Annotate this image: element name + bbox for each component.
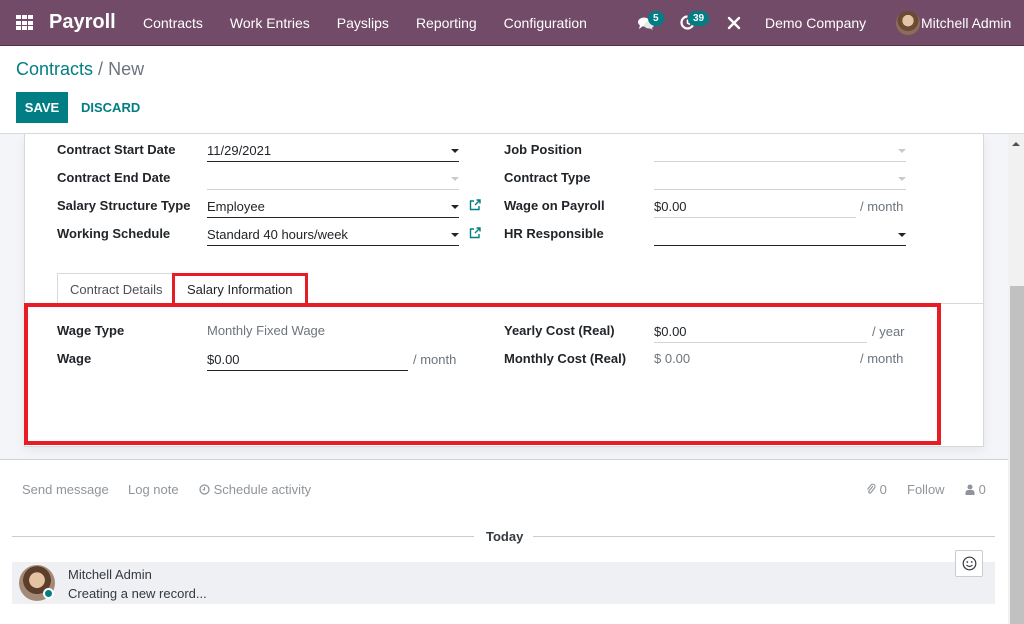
breadcrumb-current: New — [108, 59, 145, 79]
wage-on-payroll-field[interactable]: $0.00 — [654, 196, 856, 218]
hr-responsible-field[interactable] — [654, 224, 906, 246]
dropdown-caret-icon — [451, 233, 459, 237]
scroll-up-arrow-icon[interactable] — [1012, 142, 1020, 146]
menu-payslips[interactable]: Payslips — [337, 15, 389, 31]
date-separator-line — [533, 536, 995, 537]
online-status-icon — [43, 588, 54, 599]
user-icon — [965, 484, 975, 495]
menu-configuration[interactable]: Configuration — [504, 15, 587, 31]
breadcrumb-separator: / — [98, 59, 104, 79]
contract-start-date-field[interactable]: 11/29/2021 — [207, 140, 459, 162]
contract-type-label: Contract Type — [504, 170, 591, 185]
hr-responsible-label: HR Responsible — [504, 226, 604, 241]
tab-contract-details[interactable]: Contract Details — [57, 273, 176, 304]
tools-icon — [727, 16, 741, 30]
external-link-icon[interactable] — [469, 227, 481, 239]
contract-end-date-field[interactable] — [207, 168, 459, 190]
contract-end-date-label: Contract End Date — [57, 170, 171, 185]
top-navbar: Payroll Contracts Work Entries Payslips … — [0, 0, 1024, 46]
clock-icon — [199, 484, 210, 495]
attachments-count: 0 — [879, 482, 887, 497]
message-body: Creating a new record... — [68, 586, 207, 601]
highlight-annotation — [24, 303, 941, 445]
dropdown-caret-icon — [898, 149, 906, 153]
follow-button[interactable]: Follow — [907, 482, 945, 497]
debug-tools-button[interactable] — [727, 16, 741, 33]
scrollbar-thumb[interactable] — [1010, 286, 1024, 624]
paperclip-icon — [867, 483, 876, 494]
contract-type-field[interactable] — [654, 168, 906, 190]
date-separator-label: Today — [486, 529, 524, 544]
attachments-button[interactable]: 0 — [866, 482, 887, 497]
tab-salary-information[interactable]: Salary Information — [172, 273, 308, 304]
send-message-button[interactable]: Send message — [22, 482, 109, 497]
apps-menu-icon[interactable] — [16, 15, 33, 31]
user-avatar[interactable] — [896, 11, 920, 35]
user-menu[interactable]: Mitchell Admin — [921, 15, 1011, 31]
smiley-icon — [962, 556, 976, 571]
log-note-button[interactable]: Log note — [128, 482, 179, 497]
main-menu: Contracts Work Entries Payslips Reportin… — [143, 0, 614, 46]
job-position-field[interactable] — [654, 140, 906, 162]
external-link-icon[interactable] — [469, 199, 481, 211]
followers-button[interactable]: 0 — [965, 482, 986, 497]
dropdown-caret-icon — [451, 177, 459, 181]
activities-badge: 39 — [688, 11, 710, 26]
contract-start-date-label: Contract Start Date — [57, 142, 176, 157]
salary-structure-type-value: Employee — [207, 199, 265, 214]
message-author[interactable]: Mitchell Admin — [68, 567, 152, 582]
dropdown-caret-icon — [451, 205, 459, 209]
dropdown-caret-icon — [898, 233, 906, 237]
working-schedule-label: Working Schedule — [57, 226, 171, 241]
add-reaction-button[interactable] — [955, 550, 983, 577]
breadcrumb: Contracts / New — [16, 59, 144, 80]
schedule-activity-label: Schedule activity — [213, 482, 312, 497]
wage-on-payroll-label: Wage on Payroll — [504, 198, 605, 213]
company-switcher[interactable]: Demo Company — [765, 15, 866, 31]
wage-on-payroll-value: $0.00 — [654, 199, 687, 214]
dropdown-caret-icon — [451, 149, 459, 153]
followers-count: 0 — [978, 482, 986, 497]
contract-start-date-value: 11/29/2021 — [207, 143, 272, 158]
app-name[interactable]: Payroll — [49, 11, 116, 34]
breadcrumb-contracts[interactable]: Contracts — [16, 59, 93, 79]
messages-badge: 5 — [648, 11, 664, 26]
date-separator-line — [12, 536, 474, 537]
save-button[interactable]: SAVE — [16, 92, 68, 123]
menu-work-entries[interactable]: Work Entries — [230, 15, 310, 31]
dropdown-caret-icon — [898, 177, 906, 181]
menu-reporting[interactable]: Reporting — [416, 15, 477, 31]
salary-structure-type-field[interactable]: Employee — [207, 196, 459, 218]
vertical-scrollbar[interactable] — [1008, 134, 1024, 624]
job-position-label: Job Position — [504, 142, 582, 157]
working-schedule-value: Standard 40 hours/week — [207, 227, 348, 242]
menu-contracts[interactable]: Contracts — [143, 15, 203, 31]
salary-structure-type-label: Salary Structure Type — [57, 198, 191, 213]
discard-button[interactable]: DISCARD — [81, 92, 140, 123]
schedule-activity-button[interactable]: Schedule activity — [199, 482, 311, 497]
wage-on-payroll-unit: / month — [860, 199, 904, 214]
working-schedule-field[interactable]: Standard 40 hours/week — [207, 224, 459, 246]
